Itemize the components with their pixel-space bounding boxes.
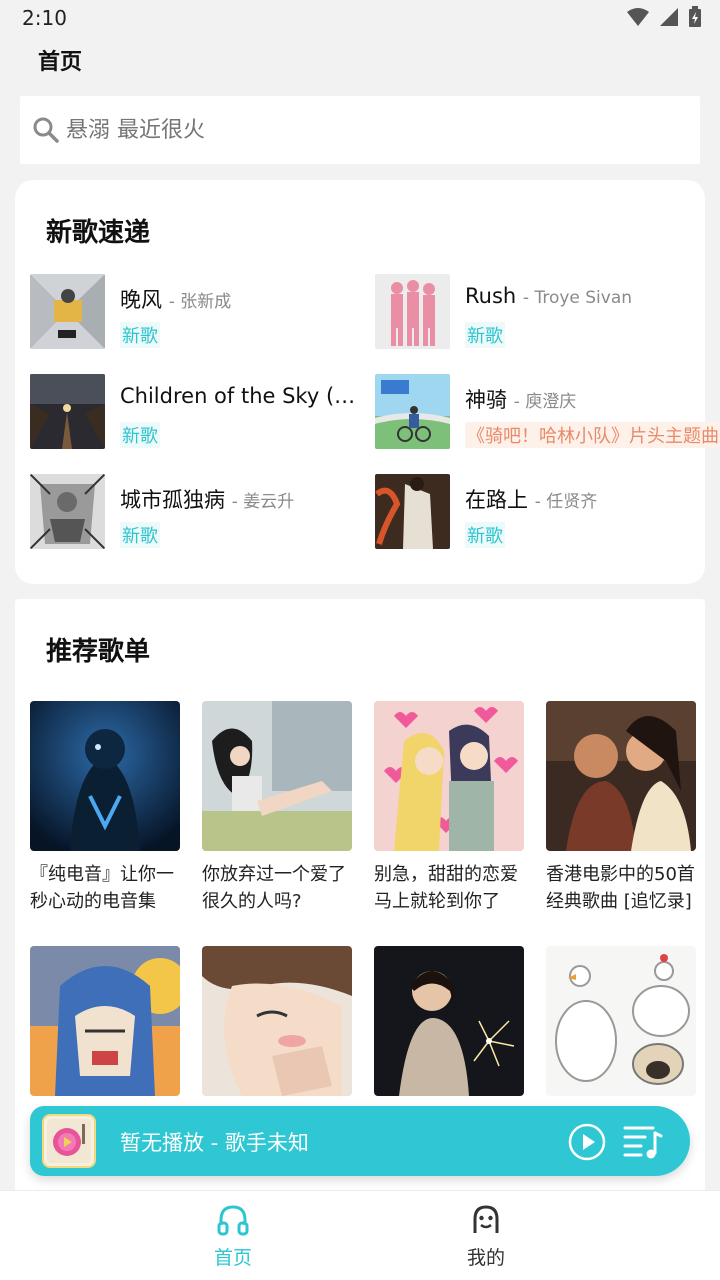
- song-item[interactable]: 城市孤独病 - 姜云升 新歌: [30, 474, 360, 550]
- song-artist: - 张新成: [168, 292, 232, 312]
- turntable-icon: [47, 1119, 91, 1163]
- status-time: 2:10: [22, 6, 67, 30]
- song-cover: [375, 274, 450, 349]
- section-title-playlists: 推荐歌单: [46, 637, 151, 667]
- playlist-queue-button[interactable]: [623, 1123, 663, 1161]
- now-playing-text: 暂无播放 - 歌手未知: [120, 1131, 309, 1155]
- playlist-cover: [202, 701, 352, 851]
- player-album-art: [42, 1114, 96, 1168]
- playlist-item[interactable]: 别急，甜甜的恋爱马上就轮到你了: [374, 701, 524, 915]
- new-songs-section: 新歌速递 晚风 - 张新成 新歌 Rush - Troye Sivan 新歌 C…: [15, 180, 720, 584]
- song-title: Children of the Sky (a...: [120, 384, 365, 408]
- playlist-cover: [30, 946, 180, 1096]
- bottom-navigation: 首页 我的: [0, 1190, 720, 1280]
- playlist-cover: [30, 701, 180, 851]
- playlist-title: 香港电影中的50首经典歌曲 [追忆录]: [546, 864, 695, 912]
- song-artist: - 庾澄庆: [513, 392, 577, 412]
- song-item[interactable]: 晚风 - 张新成 新歌: [30, 274, 360, 350]
- song-artist: - Troye Sivan: [522, 288, 633, 308]
- mini-player[interactable]: 暂无播放 - 歌手未知: [30, 1106, 690, 1176]
- song-item[interactable]: 神骑 - 庾澄庆 《骑吧！哈林小队》片头主题曲: [375, 374, 720, 450]
- playlist-item[interactable]: 香港电影中的50首经典歌曲 [追忆录]: [546, 701, 696, 915]
- song-tag: 新歌: [120, 322, 160, 348]
- nav-home[interactable]: 首页: [183, 1203, 283, 1270]
- playlist-cover: [374, 946, 524, 1096]
- search-input[interactable]: [66, 117, 700, 143]
- song-item[interactable]: 在路上 - 任贤齐 新歌: [375, 474, 705, 550]
- wifi-icon: [627, 8, 649, 26]
- section-title-new-songs: 新歌速递: [46, 218, 151, 248]
- nav-mine[interactable]: 我的: [436, 1203, 536, 1270]
- song-item[interactable]: Rush - Troye Sivan 新歌: [375, 274, 705, 350]
- battery-icon: [689, 6, 701, 27]
- playlist-item[interactable]: 『纯电音』让你一秒心动的电音集: [30, 701, 180, 915]
- playlist-cover: [546, 946, 696, 1096]
- song-cover: [375, 474, 450, 549]
- playlist-cover: [374, 701, 524, 851]
- song-cover: [30, 274, 105, 349]
- playlist-item[interactable]: [30, 946, 180, 1106]
- song-tag: 《骑吧！哈林小队》片头主题曲: [465, 422, 720, 448]
- headphones-icon: [217, 1205, 249, 1236]
- song-artist: - 任贤齐: [534, 492, 598, 512]
- song-tag: 新歌: [120, 522, 160, 548]
- profile-face-icon: [473, 1205, 499, 1233]
- signal-icon: [660, 8, 678, 26]
- song-tag: 新歌: [465, 322, 505, 348]
- song-title: Rush: [465, 284, 517, 308]
- playlist-title: 你放弃过一个爱了很久的人吗?: [202, 864, 346, 912]
- playlist-item[interactable]: [202, 946, 352, 1106]
- nav-mine-label: 我的: [466, 1247, 505, 1269]
- song-cover: [30, 374, 105, 449]
- nav-home-label: 首页: [213, 1247, 252, 1269]
- song-cover: [375, 374, 450, 449]
- song-artist: - 姜云升: [231, 492, 295, 512]
- song-title: 在路上: [465, 488, 528, 512]
- song-title: 晚风: [120, 288, 162, 312]
- search-icon: [33, 117, 59, 143]
- song-cover: [30, 474, 105, 549]
- playlist-item[interactable]: [546, 946, 696, 1106]
- play-icon: [568, 1123, 606, 1161]
- song-item[interactable]: Children of the Sky (a... 新歌: [30, 374, 365, 450]
- play-button[interactable]: [568, 1123, 606, 1161]
- playlist-item[interactable]: 你放弃过一个爱了很久的人吗?: [202, 701, 352, 915]
- playlist-item[interactable]: [374, 946, 524, 1106]
- playlist-title: 『纯电音』让你一秒心动的电音集: [30, 864, 174, 912]
- song-title: 神骑: [465, 388, 507, 412]
- song-tag: 新歌: [120, 422, 160, 448]
- page-title: 首页: [38, 50, 83, 75]
- playlist-title: 别急，甜甜的恋爱马上就轮到你了: [374, 864, 518, 912]
- playlist-icon: [623, 1126, 663, 1159]
- status-bar: 2:10: [0, 0, 720, 36]
- song-title: 城市孤独病: [120, 488, 225, 512]
- song-tag: 新歌: [465, 522, 505, 548]
- playlist-cover: [546, 701, 696, 851]
- search-bar[interactable]: [20, 96, 700, 164]
- status-icons: [626, 6, 702, 28]
- playlist-cover: [202, 946, 352, 1096]
